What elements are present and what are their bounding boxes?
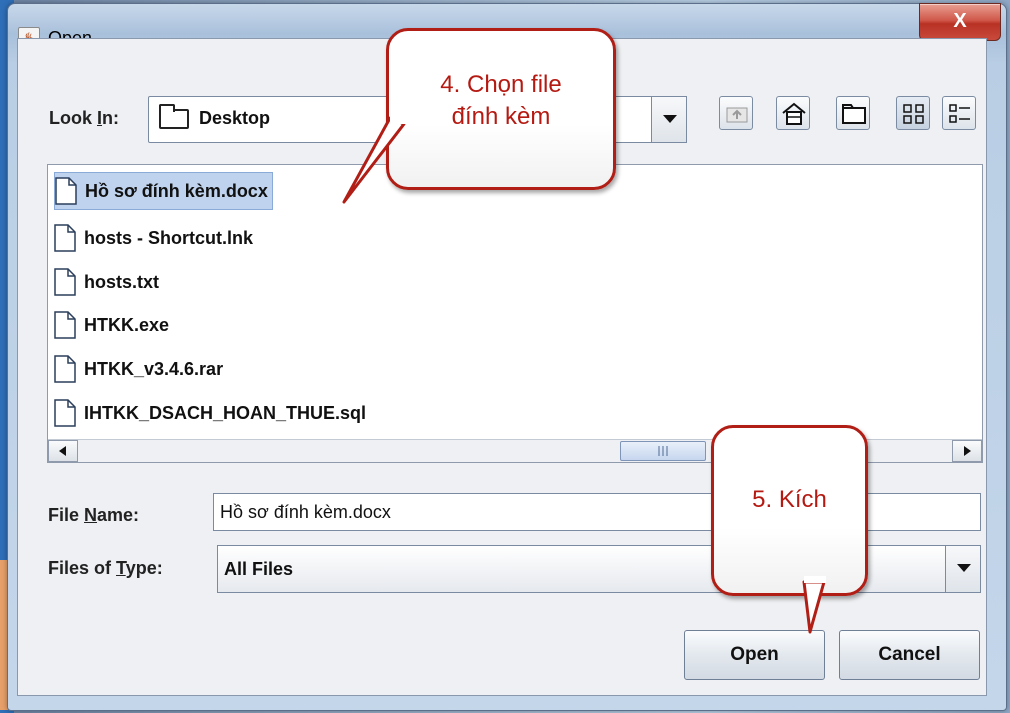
- new-folder-icon: [842, 104, 866, 124]
- list-view-button[interactable]: [896, 96, 930, 130]
- up-one-level-button[interactable]: [719, 96, 753, 130]
- file-name: hosts.txt: [84, 271, 160, 292]
- file-list-item[interactable]: IHTKK_DSACH_HOAN_THUE.sql: [54, 394, 370, 432]
- arrow-right-icon: [964, 446, 971, 456]
- callout-step5-text: 5. Kích: [752, 486, 827, 513]
- file-name: hosts - Shortcut.lnk: [84, 227, 254, 248]
- up-folder-icon: [726, 107, 748, 123]
- file-name-label: File Name:: [48, 505, 140, 525]
- file-list-item[interactable]: HTKK.exe: [54, 306, 173, 344]
- document-icon: [54, 355, 76, 383]
- home-button[interactable]: [776, 96, 810, 130]
- home-icon: [782, 102, 806, 125]
- file-name: Hồ sơ đính kèm.docx: [85, 180, 268, 201]
- file-list[interactable]: Hồ sơ đính kèm.docx hosts - Shortcut.lnk…: [47, 164, 983, 463]
- folder-icon: [159, 104, 189, 129]
- file-name: IHTKK_DSACH_HOAN_THUE.sql: [84, 402, 367, 423]
- file-name: HTKK.exe: [84, 314, 170, 335]
- new-folder-button[interactable]: [836, 96, 870, 130]
- file-list-item[interactable]: hosts - Shortcut.lnk: [54, 219, 257, 257]
- details-view-button[interactable]: [942, 96, 976, 130]
- document-icon: [54, 311, 76, 339]
- scroll-right-button[interactable]: [952, 440, 982, 462]
- look-in-dropdown-arrow[interactable]: [651, 96, 687, 143]
- file-list-item[interactable]: HTKK_v3.4.6.rar: [54, 350, 227, 388]
- file-list-item[interactable]: hosts.txt: [54, 263, 163, 301]
- document-icon: [54, 268, 76, 296]
- document-icon: [54, 224, 76, 252]
- callout-step4-line1: 4. Chọn file: [440, 71, 562, 98]
- document-icon: [54, 399, 76, 427]
- list-view-icon: [903, 104, 924, 124]
- details-view-icon: [949, 104, 970, 123]
- close-button[interactable]: X: [919, 3, 1001, 41]
- file-name: HTKK_v3.4.6.rar: [84, 358, 224, 379]
- callout-step4-pointer: [342, 110, 414, 204]
- scroll-thumb[interactable]: [620, 441, 706, 461]
- scroll-left-button[interactable]: [48, 440, 78, 462]
- cancel-button[interactable]: Cancel: [839, 630, 980, 680]
- look-in-value: Desktop: [199, 108, 271, 128]
- document-icon: [55, 177, 77, 205]
- callout-step5-pointer: [802, 576, 826, 634]
- file-type-dropdown-arrow[interactable]: [945, 545, 981, 593]
- file-list-item[interactable]: Hồ sơ đính kèm.docx: [54, 172, 273, 210]
- file-type-label: Files of Type:: [48, 558, 163, 578]
- grip-icon: [658, 446, 668, 456]
- look-in-label: Look In:: [49, 108, 120, 128]
- arrow-left-icon: [59, 446, 66, 456]
- open-button[interactable]: Open: [684, 630, 825, 680]
- callout-step5: 5. Kích: [711, 425, 868, 596]
- file-type-value: All Files: [224, 559, 294, 579]
- file-name-input-value: Hồ sơ đính kèm.docx: [220, 502, 391, 522]
